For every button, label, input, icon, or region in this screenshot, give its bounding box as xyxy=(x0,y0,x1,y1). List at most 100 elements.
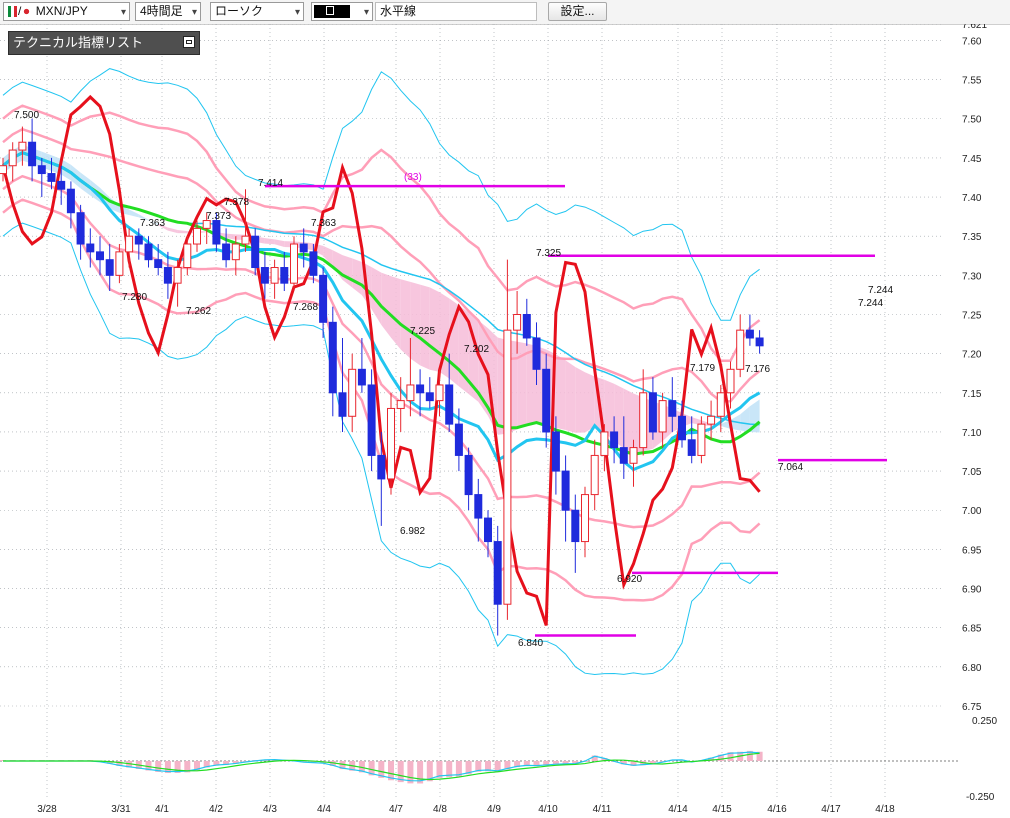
candle xyxy=(716,392,725,417)
y-tick-label: 7.30 xyxy=(962,271,982,282)
cloud-segment xyxy=(585,372,595,433)
chart-style-label: ローソク xyxy=(215,4,264,18)
candle xyxy=(66,188,75,214)
cloud-segment xyxy=(400,279,411,359)
cloud-segment xyxy=(274,239,285,247)
candle xyxy=(47,173,56,182)
y-tick-label: 6.95 xyxy=(962,545,982,556)
candle xyxy=(454,423,463,456)
price-label: 7.363 xyxy=(140,218,165,229)
y-tick-label: 7.05 xyxy=(962,467,982,478)
candle xyxy=(222,243,231,261)
candle xyxy=(551,431,560,472)
candle-icon xyxy=(326,6,334,15)
candle xyxy=(0,165,7,175)
chevron-down-icon: ▾ xyxy=(363,7,369,18)
candle xyxy=(76,212,85,245)
candle xyxy=(299,243,308,253)
price-label: 7.373 xyxy=(206,211,231,222)
candle xyxy=(629,447,638,464)
y-tick-label: 6.75 xyxy=(962,702,982,713)
candle xyxy=(678,415,686,441)
candle xyxy=(348,368,357,417)
candle xyxy=(37,165,46,175)
candle xyxy=(96,251,104,261)
indicator-list-panel[interactable]: テクニカル指標リスト xyxy=(8,31,200,55)
y-tick-label: 7.621 xyxy=(962,24,987,31)
symbol-select[interactable]: / MXN/JPY ▾ xyxy=(3,2,130,21)
candle xyxy=(57,180,66,190)
oscillator-upper-label: 0.250 xyxy=(972,716,997,727)
settings-button[interactable]: 設定... xyxy=(548,2,607,21)
cloud-segment xyxy=(391,276,401,350)
x-tick-label: 4/4 xyxy=(317,804,331,815)
drawing-tool-name[interactable]: 水平線 xyxy=(375,2,537,21)
candle xyxy=(193,227,201,245)
cloud-segment xyxy=(264,238,275,245)
chevron-down-icon: ▾ xyxy=(191,7,197,18)
restore-icon[interactable] xyxy=(183,36,195,48)
settings-label: 設定... xyxy=(560,4,595,18)
drawing-tool-label: 水平線 xyxy=(380,4,417,18)
x-tick-label: 4/8 xyxy=(433,804,447,815)
candle xyxy=(86,243,95,253)
price-label: 7.244 xyxy=(868,285,893,296)
candle xyxy=(697,423,706,456)
y-tick-label: 7.00 xyxy=(962,506,982,517)
candle xyxy=(367,384,376,456)
y-tick-label: 6.90 xyxy=(962,585,982,596)
candle xyxy=(163,267,172,284)
chart-grid xyxy=(0,24,944,800)
candle xyxy=(280,267,289,284)
candle xyxy=(610,431,619,449)
candle xyxy=(260,267,269,284)
x-tick-label: 4/15 xyxy=(712,804,732,815)
candle xyxy=(561,470,570,511)
candle xyxy=(464,454,473,496)
cloud-segment xyxy=(167,227,178,234)
candle xyxy=(532,337,541,370)
drawing-tool-color-select[interactable]: ▾ xyxy=(311,2,373,21)
symbol-label: MXN/JPY xyxy=(35,4,88,18)
candle xyxy=(115,251,124,276)
x-tick-label: 4/10 xyxy=(538,804,558,815)
candle xyxy=(755,337,764,347)
x-tick-label: 4/7 xyxy=(389,804,403,815)
cloud-segment xyxy=(565,360,576,433)
candle xyxy=(105,259,114,276)
price-chart[interactable]: 7.500 7.363 7.373 7.378 7.414 7.363 7.280 7.262… xyxy=(0,24,1010,818)
chart-style-select[interactable]: ローソク ▾ xyxy=(210,2,304,21)
x-tick-label: 4/14 xyxy=(668,804,688,815)
cloud-segment xyxy=(555,354,566,430)
candle xyxy=(474,494,483,519)
candle xyxy=(357,368,366,386)
price-label: 7.244 xyxy=(858,298,883,309)
y-tick-label: 7.40 xyxy=(962,193,982,204)
candle xyxy=(406,384,415,402)
candle xyxy=(726,368,735,394)
price-label: 6.840 xyxy=(518,638,543,649)
candle xyxy=(144,243,153,261)
candle xyxy=(600,431,609,456)
y-tick-label: 6.85 xyxy=(962,624,982,635)
candle xyxy=(154,259,163,269)
candle xyxy=(328,321,337,394)
price-label: 7.262 xyxy=(186,306,211,317)
oscillator-lower-label: -0.250 xyxy=(966,792,995,803)
x-tick-label: 4/11 xyxy=(593,804,612,815)
cloud-segment xyxy=(352,258,362,296)
candle xyxy=(445,384,454,425)
indicator-list-title: テクニカル指標リスト xyxy=(13,35,144,50)
candle xyxy=(687,439,696,456)
candle xyxy=(503,329,512,605)
candle xyxy=(241,235,250,245)
candle xyxy=(639,392,648,449)
y-tick-label: 7.50 xyxy=(962,115,982,126)
timeframe-select[interactable]: 4時間足 ▾ xyxy=(135,2,201,21)
chart-toolbar: / MXN/JPY ▾ 4時間足 ▾ ローソク ▾ ▾ 水平線 設定... xyxy=(0,0,1010,25)
chevron-down-icon: ▾ xyxy=(294,7,300,18)
y-tick-label: 7.60 xyxy=(962,36,982,47)
candle xyxy=(134,235,143,245)
price-label: 7.378 xyxy=(224,197,249,208)
x-tick-label: 3/31 xyxy=(111,804,131,815)
